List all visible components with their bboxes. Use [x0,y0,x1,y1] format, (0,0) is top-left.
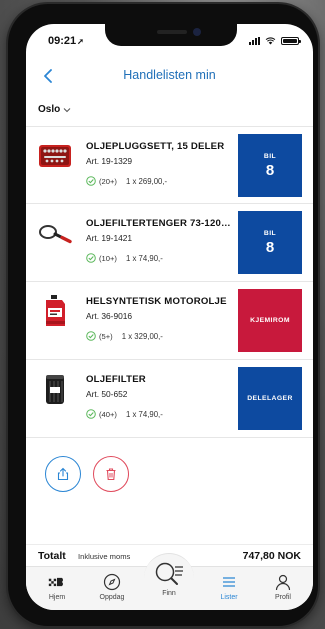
item-article-number: Art. 19-1421 [86,233,133,243]
stock-count: (40+) [99,409,117,419]
location-badge: KJEMIROM [238,289,302,352]
page-title: Handlelisten min [123,68,216,82]
status-time-text: 09:21 [48,35,77,47]
tab-finn[interactable]: Finn [144,553,194,603]
tab-label: Oppdag [99,594,125,601]
tab-label: Profil [275,594,291,601]
badge-aisle: 8 [265,238,275,256]
item-name: OLJEFILTER [86,374,146,385]
tab-oppdag[interactable]: Oppdag [87,573,137,601]
tab-label: Hjem [48,594,66,601]
stock-row: (40+) 1 x 74,90,- [86,409,163,419]
location-badge: BIL 8 [238,211,302,274]
in-stock-check-icon [86,409,96,419]
item-name: OLJEFILTERTENGER 73-120MM [86,218,232,229]
location-label: Oslo [38,104,61,115]
badge-area: DELELAGER [247,395,293,402]
item-name: OLJEPLUGGSETT, 15 DELER [86,141,225,152]
nav-header: Handlelisten min [26,64,313,90]
tab-bar: Hjem Oppdag Finn Lister Profil [26,553,313,610]
tab-profil[interactable]: Profil [258,573,308,601]
tab-hjem[interactable]: Hjem [32,573,82,601]
stock-count: (5+) [99,331,113,341]
quantity-price: 1 x 269,00,- [125,176,168,186]
list-item[interactable]: OLJEPLUGGSETT, 15 DELER Art. 19-1329 (20… [26,126,313,204]
delete-list-button[interactable] [93,456,129,492]
oil-filter-icon [38,372,72,406]
front-camera [193,28,201,36]
app-screen: 09:21➚ Handlelisten min Oslo OLJEPLUGGSE… [26,24,313,610]
in-stock-check-icon [86,253,96,263]
wifi-icon [265,37,276,45]
stock-row: (5+) 1 x 329,00,- [86,331,163,341]
quantity-price: 1 x 74,90,- [125,253,163,263]
tab-label: Lister [220,594,238,601]
in-stock-check-icon [86,331,96,341]
list-item[interactable]: OLJEFILTER Art. 50-652 (40+) 1 x 74,90,-… [26,360,313,438]
speaker-grille [157,30,187,34]
phone-frame: 09:21➚ Handlelisten min Oslo OLJEPLUGGSE… [8,4,318,626]
quantity-price: 1 x 74,90,- [125,409,163,419]
list-icon [223,577,235,587]
compass-icon [103,573,121,591]
badge-area: KJEMIROM [250,317,290,324]
trash-icon [106,468,116,481]
oil-can-icon [38,294,72,328]
status-time: 09:21➚ [48,35,84,47]
stock-row: (10+) 1 x 74,90,- [86,253,163,263]
profile-icon [275,574,291,591]
location-arrow-icon: ➚ [77,37,84,46]
badge-area: BIL [263,229,277,237]
badge-area: BIL [263,152,277,160]
in-stock-check-icon [86,176,96,186]
phone-notch [105,24,237,46]
item-article-number: Art. 36-9016 [86,311,133,321]
total-value: 747,80 NOK [242,550,301,562]
stock-count: (20+) [99,176,117,186]
battery-icon [281,37,301,45]
location-badge: DELELAGER [238,367,302,430]
tab-label: Finn [162,590,176,597]
cellular-signal-icon [249,37,260,45]
list-item[interactable]: HELSYNTETISK MOTOROLJE Art. 36-9016 (5+)… [26,282,313,360]
status-icons [249,37,301,45]
item-article-number: Art. 50-652 [86,389,128,399]
list-actions [45,456,129,492]
item-name: HELSYNTETISK MOTOROLJE [86,296,227,307]
total-vat-note: Inklusive moms [78,552,131,561]
search-list-icon [155,562,183,585]
chevron-down-icon [63,107,71,112]
tab-lister[interactable]: Lister [204,573,254,601]
stock-count: (10+) [99,253,117,263]
list-item[interactable]: OLJEFILTERTENGER 73-120MM Art. 19-1421 (… [26,204,313,282]
socket-set-icon [38,139,72,173]
location-badge: BIL 8 [238,134,302,197]
location-selector[interactable]: Oslo [38,104,71,115]
share-icon [57,467,69,481]
quantity-price: 1 x 329,00,- [121,331,163,341]
home-logo-icon [48,577,64,587]
badge-aisle: 8 [265,161,275,179]
shopping-list: OLJEPLUGGSETT, 15 DELER Art. 19-1329 (20… [26,126,313,438]
share-button[interactable] [45,456,81,492]
item-article-number: Art. 19-1329 [86,156,133,166]
filter-wrench-icon [38,216,72,250]
stock-row: (20+) 1 x 269,00,- [86,176,167,186]
total-label: Totalt [38,550,66,562]
